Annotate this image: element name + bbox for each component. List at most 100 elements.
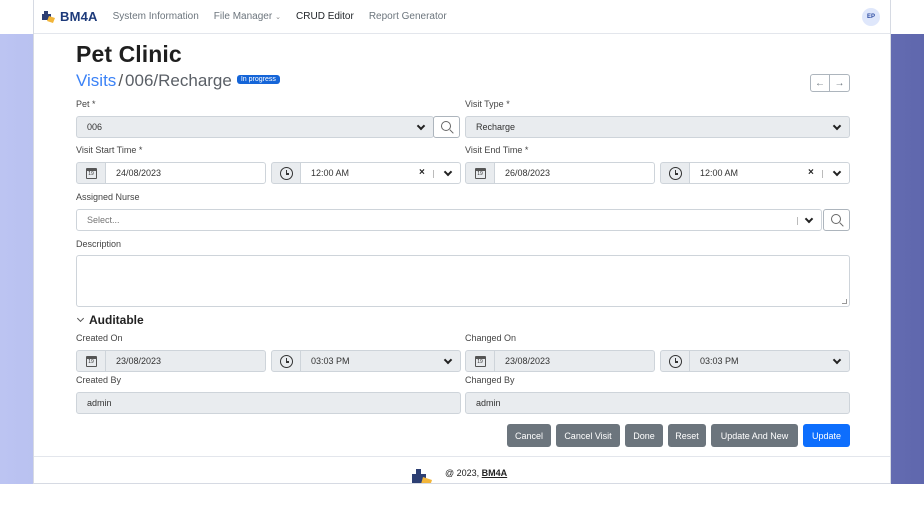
visit-type-select[interactable]: Recharge [465,116,850,138]
chevron-down-icon [832,121,842,131]
footer: @ 2023, BM4A [34,456,890,483]
clock-button [271,350,301,372]
visit-end-date-input[interactable]: 26/08/2023 [494,162,655,184]
created-by-value: admin [87,398,112,408]
select-divider [822,170,823,178]
status-badge: In progress [236,75,280,84]
arrow-right-icon: → [834,77,845,89]
calendar-button[interactable]: 19 [76,162,106,184]
breadcrumb-current: 006/Recharge [125,71,232,90]
changed-on-date-value: 23/08/2023 [505,356,551,366]
brand-logo-icon [42,11,55,23]
page-title: Pet Clinic [76,41,182,67]
nav-file-manager[interactable]: File Manager ⌄ [214,11,281,22]
visit-end-date-value: 26/08/2023 [505,168,551,178]
footer-copyright: @ 2023, BM4A [445,468,507,478]
pet-search-button[interactable] [433,116,460,138]
select-divider [797,217,798,225]
calendar-icon: 19 [474,167,486,179]
clear-icon[interactable]: × [419,167,425,178]
visit-start-time-select[interactable]: 12:00 AM × [300,162,461,184]
visit-start-date-value: 24/08/2023 [116,168,162,178]
clear-icon[interactable]: × [808,167,814,178]
visit-start-label: Visit Start Time * [76,145,143,155]
pet-value: 006 [87,122,103,132]
visit-type-value: Recharge [476,122,516,132]
created-by-field: admin [76,392,461,414]
breadcrumb: Visits / 006/Recharge In progress [76,71,280,91]
pet-label: Pet * [76,99,96,109]
user-avatar[interactable]: EP [862,8,880,26]
clock-button[interactable] [660,162,690,184]
search-icon [830,214,841,224]
top-navbar: BM4A System Information File Manager ⌄ C… [34,0,890,34]
brand[interactable]: BM4A [41,9,98,24]
visit-start-date-input[interactable]: 24/08/2023 [105,162,266,184]
created-on-time-value: 03:03 PM [311,356,350,366]
visit-end-time-value: 12:00 AM [700,168,739,178]
select-divider [433,170,434,178]
brand-name: BM4A [60,9,98,24]
clock-icon [279,354,293,368]
nurse-search-button[interactable] [823,209,850,231]
chevron-down-icon: ⌄ [275,13,282,21]
prev-record-button[interactable]: ← [810,74,830,92]
clock-icon [279,166,293,180]
created-on-label: Created On [76,333,123,343]
pet-select[interactable]: 006 [76,116,434,138]
app-window: BM4A System Information File Manager ⌄ C… [33,0,891,484]
footer-brand-link[interactable]: BM4A [482,468,508,478]
done-button[interactable]: Done [625,424,663,447]
auditable-title: Auditable [89,313,144,327]
changed-on-date-field: 23/08/2023 [494,350,655,372]
changed-by-value: admin [476,398,501,408]
calendar-icon: 19 [474,355,486,367]
changed-on-time-field: 03:03 PM [689,350,850,372]
nav-file-manager-label: File Manager [213,11,273,22]
calendar-icon: 19 [85,355,97,367]
cancel-button[interactable]: Cancel [507,424,551,447]
record-pager: ← → [810,74,850,92]
next-record-button[interactable]: → [830,74,850,92]
breadcrumb-visits-link[interactable]: Visits [76,71,116,91]
clock-button[interactable] [271,162,301,184]
footer-logo-icon [412,469,432,483]
calendar-icon: 19 [85,167,97,179]
nav-report-generator[interactable]: Report Generator [369,11,447,22]
nav-system-information[interactable]: System Information [113,11,199,22]
calendar-button[interactable]: 19 [465,162,495,184]
visit-end-time-select[interactable]: 12:00 AM × [689,162,850,184]
resize-handle-icon[interactable] [842,299,847,304]
calendar-button: 19 [465,350,495,372]
chevron-down-icon [76,314,85,323]
calendar-button: 19 [76,350,106,372]
clock-icon [668,354,682,368]
chevron-down-icon [832,167,842,177]
created-on-time-field: 03:03 PM [300,350,461,372]
changed-by-label: Changed By [465,375,515,385]
nav-crud-editor[interactable]: CRUD Editor [296,11,354,22]
chevron-down-icon [416,121,426,131]
visit-type-label: Visit Type * [465,99,510,109]
description-textarea[interactable] [76,255,850,307]
search-icon [440,121,451,131]
created-on-date-field: 23/08/2023 [105,350,266,372]
chevron-down-icon [443,167,453,177]
footer-prefix: @ 2023, [445,468,482,478]
chevron-down-icon [443,355,453,365]
chevron-down-icon [832,355,842,365]
backdrop-bottom [0,484,924,516]
clock-button [660,350,690,372]
update-and-new-button[interactable]: Update And New [711,424,798,447]
reset-button[interactable]: Reset [668,424,706,447]
assigned-nurse-select[interactable]: Select... [76,209,822,231]
assigned-nurse-label: Assigned Nurse [76,192,140,202]
assigned-nurse-placeholder: Select... [87,215,120,225]
created-by-label: Created By [76,375,122,385]
changed-by-field: admin [465,392,850,414]
update-button[interactable]: Update [803,424,850,447]
auditable-section-toggle[interactable]: Auditable [76,313,144,327]
visit-start-time-value: 12:00 AM [311,168,350,178]
chevron-down-icon [804,214,814,224]
cancel-visit-button[interactable]: Cancel Visit [556,424,620,447]
